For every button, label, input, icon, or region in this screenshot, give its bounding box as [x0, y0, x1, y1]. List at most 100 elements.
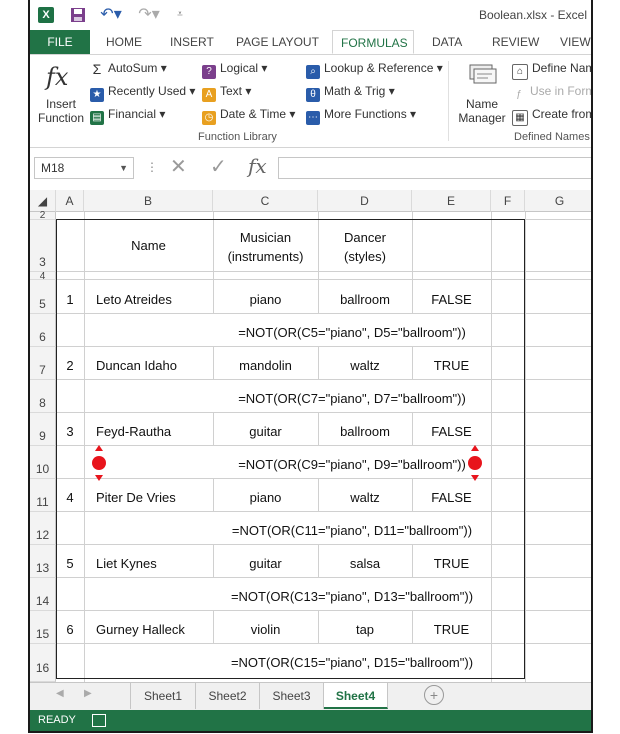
- tab-page-layout[interactable]: PAGE LAYOUT: [236, 30, 319, 54]
- gridline: [56, 379, 591, 380]
- row-header-6[interactable]: 6: [30, 314, 56, 347]
- record-name: Liet Kynes: [96, 556, 157, 571]
- tab-file[interactable]: FILE: [30, 30, 90, 54]
- date-time-button[interactable]: ◷ Date & Time ▾: [202, 107, 295, 125]
- autosum-label: AutoSum: [108, 61, 158, 75]
- row-header-16[interactable]: 16: [30, 644, 56, 682]
- gridline: [56, 219, 591, 220]
- name-manager-label-1: Name: [465, 97, 498, 111]
- gridline: [56, 271, 591, 272]
- name-manager-icon[interactable]: [466, 61, 498, 90]
- tab-review[interactable]: REVIEW: [492, 30, 539, 54]
- recently-used-button[interactable]: ★ Recently Used ▾: [90, 84, 195, 102]
- column-header-d[interactable]: D: [318, 190, 412, 212]
- record-name: Leto Atreides: [96, 292, 172, 307]
- row-header-13[interactable]: 13: [30, 545, 56, 578]
- name-manager-label-2: Manager: [458, 111, 506, 125]
- scroll-right-icon[interactable]: ▶: [84, 688, 92, 699]
- row-header-10[interactable]: 10: [30, 446, 56, 479]
- row-header-12[interactable]: 12: [30, 512, 56, 545]
- tab-insert[interactable]: INSERT: [170, 30, 214, 54]
- drag-handle-icon[interactable]: ⋮: [146, 160, 158, 174]
- row-header-11[interactable]: 11: [30, 479, 56, 512]
- tab-data[interactable]: DATA: [432, 30, 462, 54]
- enter-icon[interactable]: ✓: [210, 154, 227, 179]
- create-from-icon: ▦: [512, 110, 528, 126]
- macro-recording-icon[interactable]: [92, 714, 106, 727]
- formula-input[interactable]: [278, 157, 591, 179]
- gridline: [56, 313, 591, 314]
- row-header-14[interactable]: 14: [30, 578, 56, 611]
- record-dancer: waltz: [350, 490, 380, 505]
- column-header-b[interactable]: B: [84, 190, 213, 212]
- sheet-tab-4[interactable]: Sheet4: [324, 683, 388, 709]
- autosum-button[interactable]: Σ AutoSum ▾: [90, 61, 167, 76]
- use-in-formula-icon: ƒ: [516, 89, 522, 100]
- ribbon-formulas: fx Insert Function Σ AutoSum ▾ ★ Recently …: [30, 54, 591, 148]
- row-header-4[interactable]: 4: [30, 271, 56, 282]
- name-box[interactable]: M18 ▼: [34, 157, 134, 179]
- column-header-f[interactable]: F: [491, 190, 525, 212]
- record-musician: guitar: [249, 424, 282, 439]
- sheet-tab-2[interactable]: Sheet2: [196, 683, 260, 709]
- gridline: [56, 577, 591, 578]
- gridline: [525, 212, 526, 682]
- column-header-a[interactable]: A: [56, 190, 84, 212]
- logical-button[interactable]: ? Logical ▾: [202, 61, 267, 79]
- use-in-formula-button[interactable]: ƒ Use in Formula: [512, 84, 591, 102]
- row-header-3[interactable]: 3: [30, 220, 56, 272]
- row-header-9[interactable]: 9: [30, 413, 56, 446]
- math-trig-button[interactable]: θ Math & Trig ▾: [306, 84, 395, 102]
- tab-view[interactable]: VIEW: [560, 30, 591, 54]
- tab-formulas[interactable]: FORMULAS: [332, 30, 414, 54]
- cancel-icon[interactable]: ✕: [170, 154, 187, 179]
- record-num: 1: [66, 292, 74, 307]
- lookup-icon: ⌕: [306, 65, 320, 79]
- math-trig-label: Math & Trig: [324, 84, 386, 98]
- gridline: [56, 478, 591, 479]
- record-dancer: salsa: [349, 556, 381, 571]
- customize-toolbar-icon[interactable]: ⩡: [172, 7, 188, 23]
- lookup-reference-button[interactable]: ⌕ Lookup & Reference ▾: [306, 61, 443, 79]
- sheet-tab-1[interactable]: Sheet1: [130, 683, 196, 709]
- scroll-left-icon[interactable]: ◀: [56, 688, 64, 699]
- column-header-e[interactable]: E: [412, 190, 491, 212]
- text-button[interactable]: A Text ▾: [202, 84, 251, 102]
- header-dancer: Dancer (styles): [318, 228, 412, 266]
- name-manager-button[interactable]: Name Manager: [458, 97, 506, 125]
- gridline: [56, 279, 591, 280]
- financial-label: Financial: [108, 107, 157, 121]
- record-num: 6: [66, 622, 74, 637]
- insert-function-button[interactable]: Insert Function: [38, 97, 84, 125]
- create-from-selection-button[interactable]: ▦ Create from Selection: [512, 107, 591, 126]
- insert-function-fx-icon[interactable]: fx: [248, 154, 267, 178]
- row-header-15[interactable]: 15: [30, 611, 56, 644]
- row-header-7[interactable]: 7: [30, 347, 56, 380]
- header-dancer-line1: Dancer: [344, 230, 386, 245]
- row-header-8[interactable]: 8: [30, 380, 56, 413]
- undo-icon[interactable]: ↶▾: [96, 7, 126, 23]
- save-icon[interactable]: [70, 7, 86, 23]
- sheet-tab-3[interactable]: Sheet3: [260, 683, 324, 709]
- more-functions-button[interactable]: ⋯ More Functions ▾: [306, 107, 416, 125]
- define-name-button[interactable]: ⌂ Define Name: [512, 61, 591, 80]
- financial-button[interactable]: ▤ Financial ▾: [90, 107, 165, 125]
- record-name: Gurney Halleck: [96, 622, 185, 637]
- select-all-corner[interactable]: ◢: [30, 190, 56, 212]
- gridline: [56, 412, 591, 413]
- record-dancer: ballroom: [340, 424, 390, 439]
- ribbon-tabs: FILE HOME INSERT PAGE LAYOUT FORMULAS DA…: [30, 30, 591, 54]
- add-sheet-icon[interactable]: +: [424, 685, 444, 705]
- column-header-g[interactable]: G: [525, 190, 591, 212]
- use-in-formula-label: Use in Formula: [530, 84, 591, 98]
- redo-icon[interactable]: ↷▾: [134, 7, 164, 23]
- row-header-2[interactable]: 2: [30, 210, 56, 221]
- tab-home[interactable]: HOME: [106, 30, 142, 54]
- gridline: [56, 346, 591, 347]
- row-header-5[interactable]: 5: [30, 280, 56, 314]
- insert-function-icon[interactable]: fx: [46, 63, 68, 91]
- record-formula: =NOT(OR(C13="piano", D13="ballroom")): [230, 589, 474, 604]
- text-icon: A: [202, 88, 216, 102]
- column-header-c[interactable]: C: [213, 190, 318, 212]
- gridline: [56, 643, 591, 644]
